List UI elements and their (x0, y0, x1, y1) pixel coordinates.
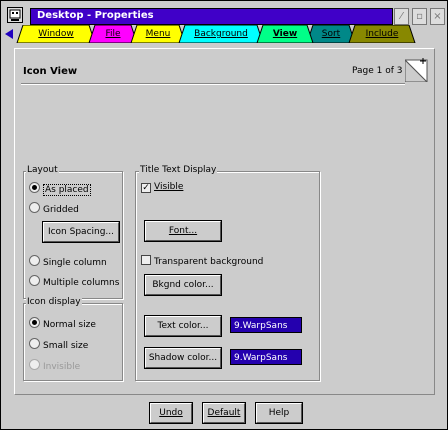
radio-indicator (29, 359, 40, 370)
radio-gridded[interactable]: Gridded (29, 202, 79, 215)
title-bar[interactable]: Desktop - Properties ⁄ ▫ × (3, 3, 445, 25)
title-bar-caption[interactable]: Desktop - Properties (30, 8, 393, 25)
check-icon: ✓ (141, 183, 151, 193)
radio-single-column[interactable]: Single column (29, 255, 107, 268)
checkbox-indicator (141, 255, 151, 265)
notebook-tabs: Window File Menu Background View Sort In… (3, 25, 445, 43)
help-button[interactable]: Help (255, 402, 303, 424)
page-info: Page 1 of 3 (352, 66, 403, 76)
radio-normal-size[interactable]: Normal size (29, 317, 96, 330)
minimize-icon[interactable]: ⁄ (394, 8, 409, 25)
radio-indicator (29, 275, 40, 286)
window-title: Desktop - Properties (37, 10, 154, 21)
tab-window[interactable]: Window (23, 25, 89, 43)
radio-small-size[interactable]: Small size (29, 338, 88, 351)
tab-background[interactable]: Background (185, 25, 257, 43)
properties-window: Desktop - Properties ⁄ ▫ × Window File M… (0, 0, 448, 430)
page-divider (21, 83, 405, 85)
page-title: Icon View (23, 66, 78, 77)
radio-indicator (29, 338, 40, 349)
layout-legend: Layout (26, 165, 59, 175)
radio-indicator (29, 317, 40, 328)
font-button[interactable]: Font... (144, 220, 222, 242)
radio-invisible: Invisible (29, 359, 80, 372)
tab-file[interactable]: File (95, 25, 131, 43)
transparent-background-checkbox[interactable]: Transparent background (141, 255, 263, 267)
title-text-display-legend: Title Text Display (139, 165, 218, 175)
radio-indicator (29, 255, 40, 266)
text-color-button[interactable]: Text color... (144, 315, 222, 337)
icon-spacing-button[interactable]: Icon Spacing... (42, 221, 120, 243)
radio-indicator (29, 202, 40, 213)
maximize-icon[interactable]: ▫ (412, 8, 427, 25)
icon-display-legend: Icon display (26, 297, 82, 307)
visible-checkbox[interactable]: ✓ Visible (141, 182, 183, 193)
radio-as-placed[interactable]: As placed (29, 182, 91, 196)
tab-view[interactable]: View (263, 25, 307, 43)
system-menu-icon[interactable] (7, 7, 23, 23)
page-turn-icon[interactable] (405, 56, 431, 82)
shadow-color-button[interactable]: Shadow color... (144, 347, 222, 369)
radio-indicator (29, 182, 40, 193)
radio-multiple-columns[interactable]: Multiple columns (29, 275, 119, 288)
tab-sort[interactable]: Sort (313, 25, 349, 43)
tab-include[interactable]: Include (355, 25, 409, 43)
text-color-swatch[interactable]: 9.WarpSans (230, 317, 302, 333)
close-icon[interactable]: × (430, 8, 445, 25)
default-button[interactable]: Default (202, 402, 246, 424)
undo-button[interactable]: Undo (149, 402, 193, 424)
tab-menu[interactable]: Menu (137, 25, 179, 43)
notebook-page: Icon View Page 1 of 3 Layout As placed G… (14, 48, 435, 395)
bkgnd-color-button[interactable]: Bkgnd color... (144, 274, 222, 296)
shadow-color-swatch[interactable]: 9.WarpSans (230, 349, 302, 365)
